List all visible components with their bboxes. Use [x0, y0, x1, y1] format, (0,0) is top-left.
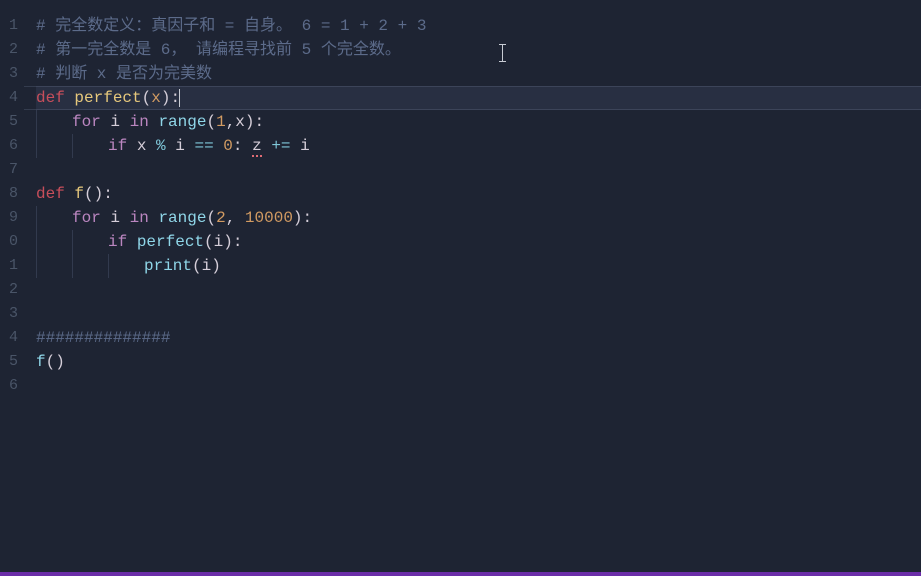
line-number: 6: [0, 134, 24, 158]
code-editor[interactable]: 1 2 3 4 5 6 7 8 9 0 1 2 3 4 5 6 # 完全数定义：…: [0, 0, 921, 572]
line-number: 8: [0, 182, 24, 206]
builtin-print: print: [144, 257, 192, 275]
keyword-in: in: [130, 209, 149, 227]
line-number: 4: [0, 326, 24, 350]
keyword-def: def: [36, 185, 65, 203]
code-line[interactable]: [36, 374, 921, 398]
variable: i: [110, 113, 120, 131]
paren-open: (: [142, 89, 152, 107]
keyword-in: in: [130, 113, 149, 131]
code-line-active[interactable]: def perfect(x):: [36, 86, 921, 110]
operator-mod: %: [156, 137, 166, 155]
line-number: 7: [0, 158, 24, 182]
line-number: 5: [0, 350, 24, 374]
keyword-def: def: [36, 89, 65, 107]
line-number: 3: [0, 302, 24, 326]
code-line[interactable]: # 第一完全数是 6， 请编程寻找前 5 个完全数。: [36, 38, 921, 62]
line-number: 5: [0, 110, 24, 134]
code-line[interactable]: def f():: [36, 182, 921, 206]
comment: ##############: [36, 329, 170, 347]
line-number: 0: [0, 230, 24, 254]
line-number: 1: [0, 254, 24, 278]
code-line[interactable]: for i in range(1,x):: [36, 110, 921, 134]
builtin-range: range: [158, 113, 206, 131]
line-number: 6: [0, 374, 24, 398]
function-name: perfect: [74, 89, 141, 107]
status-bar[interactable]: [0, 572, 921, 576]
line-number: 2: [0, 38, 24, 62]
function-call: f: [36, 353, 46, 371]
line-number: 2: [0, 278, 24, 302]
code-line[interactable]: [36, 302, 921, 326]
line-number: 4: [0, 86, 24, 110]
operator-eq: ==: [194, 137, 213, 155]
code-line[interactable]: # 判断 x 是否为完美数: [36, 62, 921, 86]
code-line[interactable]: # 完全数定义：真因子和 = 自身。 6 = 1 + 2 + 3: [36, 14, 921, 38]
code-line[interactable]: for i in range(2, 10000):: [36, 206, 921, 230]
line-number: 9: [0, 206, 24, 230]
code-line[interactable]: if perfect(i):: [36, 230, 921, 254]
function-call: perfect: [137, 233, 204, 251]
line-number-gutter: 1 2 3 4 5 6 7 8 9 0 1 2 3 4 5 6: [0, 0, 24, 572]
code-area[interactable]: # 完全数定义：真因子和 = 自身。 6 = 1 + 2 + 3 # 第一完全数…: [24, 0, 921, 572]
line-number: 3: [0, 62, 24, 86]
code-line[interactable]: [36, 158, 921, 182]
code-line[interactable]: ##############: [36, 326, 921, 350]
code-line[interactable]: [36, 278, 921, 302]
keyword-for: for: [72, 209, 101, 227]
parameter: x: [151, 89, 161, 107]
number: 1: [216, 113, 226, 131]
function-name: f: [74, 185, 84, 203]
comment: # 第一完全数是 6， 请编程寻找前 5 个完全数。: [36, 41, 401, 59]
code-line[interactable]: f(): [36, 350, 921, 374]
operator-pluseq: +=: [271, 137, 290, 155]
keyword-if: if: [108, 137, 127, 155]
code-line[interactable]: if x % i == 0: z += i: [36, 134, 921, 158]
keyword-if: if: [108, 233, 127, 251]
keyword-for: for: [72, 113, 101, 131]
text-caret: [179, 89, 180, 107]
line-number: 1: [0, 14, 24, 38]
comment: # 判断 x 是否为完美数: [36, 65, 212, 83]
builtin-range: range: [158, 209, 206, 227]
comment: # 完全数定义：真因子和 = 自身。 6 = 1 + 2 + 3: [36, 17, 426, 35]
undefined-variable-error: z: [252, 137, 262, 157]
code-line[interactable]: print(i): [36, 254, 921, 278]
